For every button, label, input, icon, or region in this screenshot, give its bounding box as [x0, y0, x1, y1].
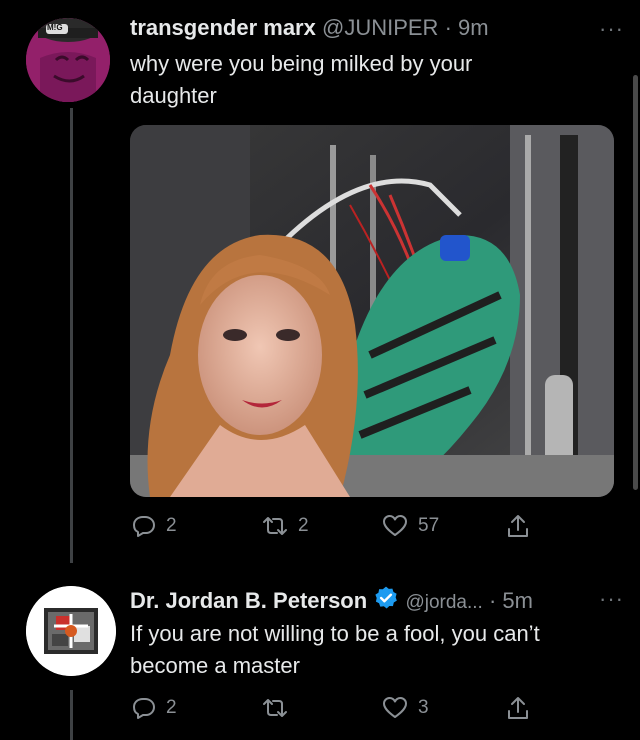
timestamp[interactable]: 5m	[502, 588, 533, 613]
share-button[interactable]	[506, 513, 530, 539]
avatar-image	[26, 586, 116, 676]
separator-dot: ·	[444, 15, 452, 40]
display-name[interactable]: transgender marx	[130, 15, 316, 40]
more-options-button[interactable]: ···	[599, 586, 624, 612]
retweet-button[interactable]	[262, 696, 298, 720]
reply-count: 2	[166, 697, 177, 718]
share-button[interactable]	[506, 695, 530, 721]
handle[interactable]: @JUNIPER	[322, 15, 438, 40]
share-icon	[508, 697, 528, 719]
retweet-count: 2	[298, 515, 309, 536]
like-button[interactable]: 3	[382, 696, 429, 720]
tweet-1-header: transgender marx @JUNIPER · 9m	[130, 15, 489, 41]
retweet-icon	[263, 517, 287, 535]
share-icon	[508, 515, 528, 537]
reply-icon	[133, 516, 155, 537]
tweet-2-header: Dr. Jordan B. Peterson @jorda... · 5m	[130, 585, 533, 614]
reply-button[interactable]: 2	[132, 696, 177, 720]
avatar-transgender-marx[interactable]: M!G	[26, 18, 110, 102]
photo-image	[130, 125, 614, 497]
retweet-icon	[263, 699, 287, 717]
retweet-button[interactable]: 2	[262, 514, 309, 538]
handle[interactable]: @jorda...	[405, 592, 482, 613]
tweet-text: If you are not willing to be a fool, you…	[130, 621, 540, 678]
tweet-1[interactable]: M!G transgender marx @JUNIPER · 9m ··· w…	[0, 0, 640, 560]
avatar-badge-text: M!G	[47, 23, 63, 32]
reply-count: 2	[166, 515, 177, 536]
like-button[interactable]: 57	[382, 514, 439, 538]
like-count: 3	[418, 697, 429, 718]
tweet-2[interactable]: Dr. Jordan B. Peterson @jorda... · 5m ··…	[0, 570, 640, 740]
separator-dot: ·	[488, 588, 497, 613]
reply-icon	[133, 698, 155, 719]
reply-button[interactable]: 2	[132, 514, 177, 538]
timestamp[interactable]: 9m	[458, 15, 489, 40]
more-options-button[interactable]: ···	[599, 16, 624, 42]
heart-icon	[383, 697, 407, 718]
avatar-image	[26, 18, 110, 102]
tweet-text: why were you being milked by your daught…	[130, 51, 473, 108]
avatar-jordan-peterson[interactable]	[26, 586, 116, 676]
like-count: 57	[418, 515, 440, 536]
heart-icon	[383, 515, 407, 536]
tweet-photo[interactable]	[130, 125, 614, 497]
display-name[interactable]: Dr. Jordan B. Peterson	[130, 588, 367, 613]
verified-badge-icon	[375, 586, 398, 609]
